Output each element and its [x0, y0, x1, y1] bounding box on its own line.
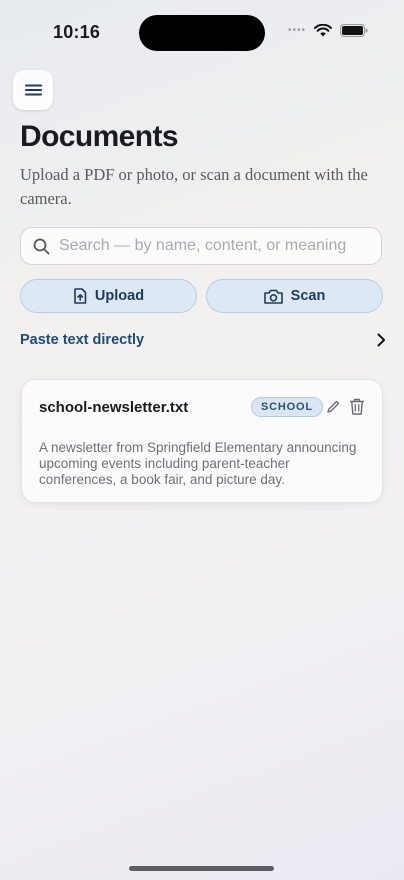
menu-button[interactable]	[13, 70, 53, 110]
document-name: school-newsletter.txt	[39, 399, 189, 416]
wifi-icon	[314, 24, 332, 37]
search-input[interactable]	[57, 236, 371, 256]
document-tag-badge: SCHOOL	[251, 397, 323, 417]
scan-button[interactable]: Scan	[206, 279, 383, 313]
home-indicator[interactable]	[129, 866, 274, 871]
upload-label: Upload	[94, 288, 145, 304]
cellular-dots-icon: ••••	[287, 25, 306, 36]
battery-icon	[340, 24, 368, 37]
search-icon	[33, 238, 50, 254]
upload-button[interactable]: Upload	[20, 279, 197, 313]
chevron-right-icon	[377, 333, 385, 347]
menu-icon	[24, 84, 42, 96]
dynamic-island	[139, 15, 265, 51]
search-bar[interactable]	[20, 227, 382, 265]
paste-text-row[interactable]: Paste text directly	[20, 326, 386, 354]
document-description: A newsletter from Springfield Elementary…	[39, 440, 357, 487]
document-card[interactable]: school-newsletter.txt SCHOOL A newslette…	[21, 379, 383, 503]
camera-icon	[263, 289, 283, 304]
status-time: 10:16	[53, 22, 101, 42]
status-icons: ••••	[288, 24, 368, 37]
trash-icon[interactable]	[349, 398, 365, 415]
file-upload-icon	[74, 288, 87, 304]
status-bar: 10:16 ••••	[0, 0, 404, 64]
page-subtitle: Upload a PDF or photo, or scan a documen…	[20, 165, 368, 208]
page-title: Documents	[20, 120, 179, 153]
pencil-icon[interactable]	[326, 399, 341, 414]
scan-label: Scan	[290, 288, 326, 304]
paste-text-label: Paste text directly	[20, 332, 145, 348]
